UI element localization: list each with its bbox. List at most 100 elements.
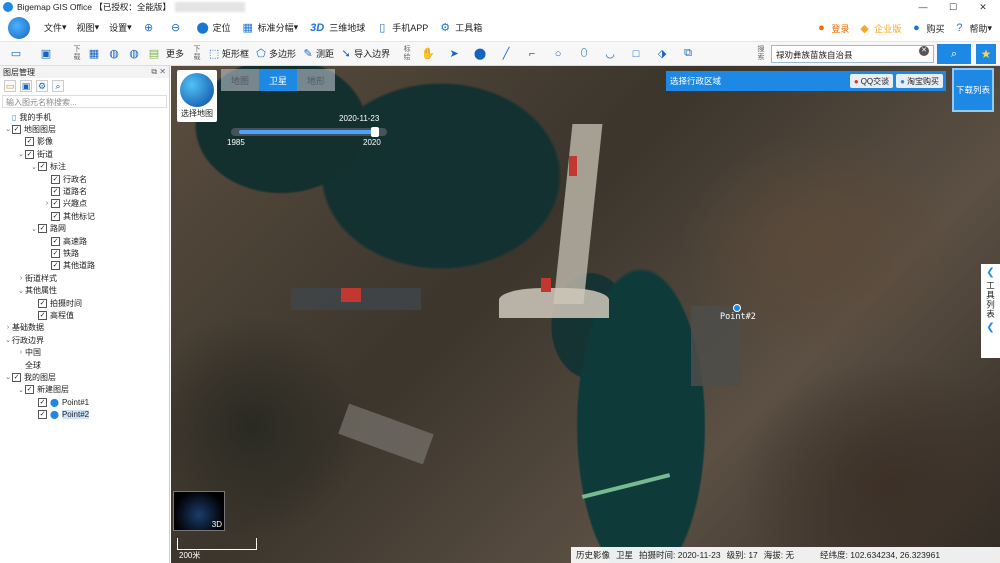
chevron-down-icon[interactable]: ⌄ (30, 225, 38, 233)
tree-item[interactable]: ⌄ ✓ 我的图层 (4, 371, 56, 383)
chevron-down-icon[interactable]: ⌄ (4, 125, 12, 133)
minimize-button[interactable]: — (908, 0, 938, 14)
download-tool-1[interactable]: ▦ (86, 45, 102, 63)
rectangle-button[interactable]: ⬚ 矩形框 (206, 45, 249, 63)
layer-checkbox[interactable]: ✓ (38, 224, 47, 234)
tree-item[interactable]: ⌄ ✓ 新建图层 (17, 384, 69, 396)
maximize-button[interactable]: ☐ (938, 0, 968, 14)
mobile-app-button[interactable]: ▯ 手机APP (375, 21, 428, 35)
menu-file[interactable]: 文件 ▾ (44, 21, 67, 34)
layer-checkbox[interactable]: ✓ (51, 236, 60, 246)
download-tool-3[interactable]: ◍ (126, 45, 142, 63)
tree-item[interactable]: ⌄ ✓ 街道 (17, 148, 53, 160)
chevron-down-icon[interactable]: ⌄ (4, 336, 12, 344)
chevron-right-icon[interactable]: › (17, 349, 25, 356)
menu-view[interactable]: 视图 ▾ (77, 21, 100, 34)
taobao-buy-button[interactable]: ● 淘宝购买 (896, 74, 943, 88)
tab-satellite[interactable]: 卫星 (259, 69, 297, 91)
search-button[interactable]: ⌕ (937, 44, 971, 64)
settings-icon[interactable]: ⚙ (36, 80, 48, 92)
point-marker[interactable] (733, 304, 741, 312)
zoom-in-button[interactable]: ⊕ (142, 21, 159, 35)
zoom-out-button[interactable]: ⊖ (169, 21, 186, 35)
layer-checkbox[interactable]: ✓ (25, 385, 34, 395)
save-button[interactable]: ▣ (38, 45, 54, 63)
layer-checkbox[interactable]: ✓ (38, 310, 47, 320)
chevron-left-icon[interactable]: ❮ (986, 322, 994, 333)
pan-tool[interactable]: ✋ (420, 45, 436, 63)
select-tool[interactable]: ➤ (446, 45, 462, 63)
layer-checkbox[interactable]: ✓ (51, 174, 60, 184)
mini-globe-3d[interactable]: 3D (173, 491, 225, 531)
layer-checkbox[interactable]: ✓ (38, 410, 47, 420)
layer-checkbox[interactable]: ✓ (51, 211, 60, 221)
chevron-down-icon[interactable]: ⌄ (17, 386, 25, 394)
tree-item[interactable]: ✓ 其他标记 (43, 210, 95, 222)
tree-item[interactable]: › 街道样式 (17, 272, 57, 284)
layer-checkbox[interactable]: ✓ (25, 137, 34, 147)
import-boundary-button[interactable]: ➘ 导入边界 (338, 45, 390, 63)
login-button[interactable]: ● 登录 (814, 21, 849, 35)
download-list-button[interactable]: 下载列表 (952, 68, 994, 112)
earth-3d-button[interactable]: 3D 三维地球 (308, 21, 365, 35)
toolbox-button[interactable]: ⚙ 工具箱 (438, 21, 482, 35)
satellite-map[interactable]: 选择地图 地图 卫星 地形 2020-11-23 1985 2020 选择行政区… (171, 66, 1000, 563)
layer-checkbox[interactable]: ✓ (51, 199, 60, 209)
line-tool[interactable]: ╱ (498, 45, 514, 63)
tree-item[interactable]: › 中国 (17, 347, 41, 359)
tree-item[interactable]: 全球 (17, 359, 41, 371)
clear-search-icon[interactable]: ✕ (919, 46, 929, 56)
chevron-down-icon[interactable]: ⌄ (4, 373, 12, 381)
layer-checkbox[interactable]: ✓ (38, 397, 47, 407)
tree-item[interactable]: › 基础数据 (4, 322, 44, 334)
tree-item[interactable]: ✓ ⬤ Point#1 (30, 396, 89, 408)
layer-checkbox[interactable]: ✓ (38, 298, 47, 308)
tool-list-panel[interactable]: ❮ 工具列表 ❮ (981, 264, 1000, 358)
tab-map[interactable]: 地图 (221, 69, 259, 91)
layer-checkbox[interactable]: ✓ (25, 149, 34, 159)
ellipse-tool[interactable]: ⬯ (576, 45, 592, 63)
layer-checkbox[interactable]: ✓ (51, 186, 60, 196)
qq-chat-button[interactable]: ● QQ交谈 (849, 74, 894, 88)
layer-checkbox[interactable]: ✓ (12, 124, 21, 134)
region-select-bar[interactable]: 选择行政区域 ● QQ交谈 ● 淘宝购买 (666, 71, 946, 91)
polyline-tool[interactable]: ⌐ (524, 45, 540, 63)
buy-button[interactable]: ● 购买 (909, 21, 944, 35)
layer-filter-input[interactable]: 输入图元名称搜索... (2, 95, 167, 108)
tree-item[interactable]: ⌄ ✓ 路网 (30, 223, 66, 235)
rect-draw-tool[interactable]: □ (628, 45, 644, 63)
timeline-handle[interactable] (371, 127, 380, 137)
help-button[interactable]: ? 帮助 ▾ (952, 21, 992, 35)
tree-item[interactable]: ⌄ ✓ 标注 (30, 161, 66, 173)
tab-terrain[interactable]: 地形 (297, 69, 335, 91)
tree-item[interactable]: ✓ 高程值 (30, 309, 74, 321)
search-input[interactable]: 禄劝彝族苗族自治县 (771, 45, 934, 63)
tree-item[interactable]: ⌄ 其他属性 (17, 285, 57, 297)
search-layer-icon[interactable]: ⌕ (52, 80, 64, 92)
region-select-label[interactable]: 选择行政区域 (670, 75, 721, 87)
chevron-down-icon[interactable]: ⌄ (17, 287, 25, 295)
chevron-left-icon[interactable]: ❮ (986, 267, 994, 278)
tree-item[interactable]: ✓ 高速路 (43, 235, 87, 247)
tree-item[interactable]: ✓ ⬤ Point#2 (30, 409, 90, 421)
open-folder-button[interactable]: ▭ (8, 45, 24, 63)
tree-item[interactable]: ✓ 其他道路 (43, 260, 95, 272)
favorite-button[interactable]: ★ (976, 44, 996, 64)
tree-item[interactable]: ✓ 铁路 (43, 247, 79, 259)
tree-item[interactable]: ▯ 我的手机 (4, 111, 51, 123)
tree-item[interactable]: ✓ 道路名 (43, 185, 87, 197)
save-layer-icon[interactable]: ▣ (20, 80, 32, 92)
open-icon[interactable]: ▭ (4, 80, 16, 92)
polygon-button[interactable]: ⬠ 多边形 (253, 45, 296, 63)
chevron-down-icon[interactable]: ⌄ (30, 163, 38, 171)
standard-sheet-button[interactable]: ▦ 标准分幅 ▾ (241, 21, 298, 35)
layer-checkbox[interactable]: ✓ (38, 162, 47, 172)
download-tool-2[interactable]: ◍ (106, 45, 122, 63)
select-map-button[interactable]: 选择地图 (177, 70, 217, 122)
circle-tool[interactable]: ○ (550, 45, 566, 63)
chevron-right-icon[interactable]: › (17, 275, 25, 282)
more-button[interactable]: 更多 (166, 45, 184, 63)
tree-item[interactable]: ⌄ ✓ 地图图层 (4, 123, 56, 135)
tag-tool[interactable]: ⬗ (654, 45, 670, 63)
layer-checkbox[interactable]: ✓ (51, 248, 60, 258)
